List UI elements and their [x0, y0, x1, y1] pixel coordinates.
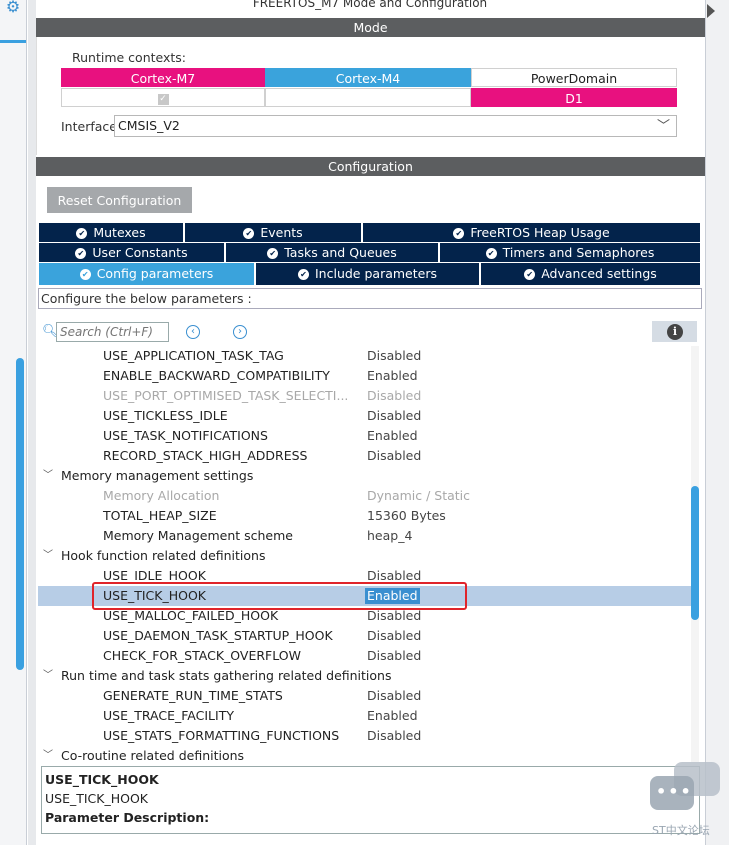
reset-configuration-button[interactable]: Reset Configuration: [47, 187, 192, 213]
configure-description: Configure the below parameters :: [38, 288, 702, 309]
check-icon: ✔: [298, 269, 309, 280]
runtime-contexts-label: Runtime contexts:: [72, 50, 187, 65]
check-icon: ✔: [453, 228, 465, 239]
window-title: FREERTOS_M7 Mode and Configuration: [36, 0, 704, 12]
table-row[interactable]: USE_PORT_OPTIMISED_TASK_SELECTI... Disabl…: [38, 386, 691, 406]
check-icon: ✔: [267, 248, 279, 259]
tab-tasks-and-queues[interactable]: ✔ Tasks and Queues: [226, 243, 440, 262]
tab-freertos-heap-usage[interactable]: ✔ FreeRTOS Heap Usage: [363, 223, 700, 242]
tab-advanced-settings[interactable]: ✔ Advanced settings: [481, 263, 700, 285]
interface-label: Interface: [61, 119, 117, 134]
check-icon: ✔: [243, 228, 255, 239]
gear-icon[interactable]: ⚙: [4, 0, 22, 16]
table-row[interactable]: USE_TASK_NOTIFICATIONS Enabled: [38, 426, 691, 446]
tree-group[interactable]: ﹀ Hook function related definitions: [38, 546, 691, 566]
chat-icon: •••: [656, 782, 693, 801]
table-row[interactable]: RECORD_STACK_HIGH_ADDRESS Disabled: [38, 446, 691, 466]
check-icon: ✔: [75, 248, 87, 259]
check-icon: ✔: [485, 248, 497, 259]
info-icon[interactable]: i: [667, 324, 683, 340]
chevron-down-icon[interactable]: ﹀: [43, 746, 53, 762]
table-row[interactable]: USE_DAEMON_TASK_STARTUP_HOOK Disabled: [38, 626, 691, 646]
next-arrow-icon[interactable]: ›: [233, 325, 247, 339]
parameter-description-label: Parameter Description:: [45, 810, 210, 825]
active-indicator: [0, 40, 26, 43]
check-icon: ✔: [79, 269, 91, 280]
tree-group[interactable]: ﹀ Co-routine related definitions: [38, 746, 691, 762]
checkbox-icon[interactable]: ✓: [157, 94, 169, 105]
tab-user-constants[interactable]: ✔ User Constants: [39, 243, 226, 262]
context-cortex-m4[interactable]: Cortex-M4: [265, 68, 471, 87]
tab-config-parameters[interactable]: ✔ Config parameters: [39, 263, 256, 285]
chevron-down-icon[interactable]: ﹀: [657, 117, 670, 137]
description-name: USE_TICK_HOOK: [45, 791, 149, 806]
mode-header: Mode: [36, 18, 705, 37]
tab-mutexes[interactable]: ✔ Mutexes: [39, 223, 185, 242]
table-row[interactable]: USE_TICKLESS_IDLE Disabled: [38, 406, 691, 426]
watermark-text: ST中文论坛: [652, 824, 710, 837]
table-row[interactable]: Memory Management scheme heap_4: [38, 526, 691, 546]
chevron-down-icon[interactable]: ﹀: [43, 546, 53, 566]
table-row[interactable]: USE_APPLICATION_TASK_TAG Disabled: [38, 346, 691, 366]
interface-select[interactable]: CMSIS_V2 ﹀: [114, 115, 677, 137]
check-icon: ✔: [524, 269, 536, 280]
m7-checkbox-cell[interactable]: ✓: [61, 88, 265, 107]
description-title: USE_TICK_HOOK: [45, 772, 159, 787]
context-power-domain[interactable]: PowerDomain: [471, 68, 677, 87]
previous-arrow-icon[interactable]: ‹: [186, 325, 200, 339]
tab-events[interactable]: ✔ Events: [185, 223, 363, 242]
tree-group[interactable]: ﹀ Run time and task stats gathering relat…: [38, 666, 691, 686]
chevron-down-icon[interactable]: ﹀: [43, 666, 53, 686]
table-row[interactable]: TOTAL_HEAP_SIZE 15360 Bytes: [38, 506, 691, 526]
table-row[interactable]: USE_TRACE_FACILITY Enabled: [38, 706, 691, 726]
table-row[interactable]: CHECK_FOR_STACK_OVERFLOW Disabled: [38, 646, 691, 666]
search-input[interactable]: [56, 322, 169, 342]
tree-group[interactable]: ﹀ Memory management settings: [38, 466, 691, 486]
panel-gap: [28, 0, 36, 845]
table-row[interactable]: GENERATE_RUN_TIME_STATS Disabled: [38, 686, 691, 706]
check-icon: ✔: [76, 228, 88, 239]
table-row[interactable]: USE_STATS_FORMATTING_FUNCTIONS Disabled: [38, 726, 691, 746]
red-highlight-annotation: [92, 582, 467, 610]
context-cortex-m7[interactable]: Cortex-M7: [61, 68, 265, 87]
table-row[interactable]: ENABLE_BACKWARD_COMPATIBILITY Enabled: [38, 366, 691, 386]
collapse-arrow-icon[interactable]: [707, 4, 715, 18]
tab-include-parameters[interactable]: ✔ Include parameters: [256, 263, 481, 285]
right-panel-strip: [705, 0, 729, 845]
tree-scrollbar[interactable]: [691, 486, 699, 620]
table-row[interactable]: Memory Allocation Dynamic / Static: [38, 486, 691, 506]
interface-value: CMSIS_V2: [118, 118, 180, 133]
chevron-down-icon[interactable]: ﹀: [43, 466, 53, 486]
m4-empty-cell: [265, 88, 471, 107]
configuration-header: Configuration: [36, 157, 705, 176]
tab-timers-and-semaphores[interactable]: ✔ Timers and Semaphores: [440, 243, 700, 262]
parameter-tree[interactable]: USE_APPLICATION_TASK_TAG Disabled ENABLE_…: [38, 346, 691, 762]
power-domain-value[interactable]: D1: [471, 88, 677, 107]
left-scrollbar[interactable]: [16, 358, 24, 670]
